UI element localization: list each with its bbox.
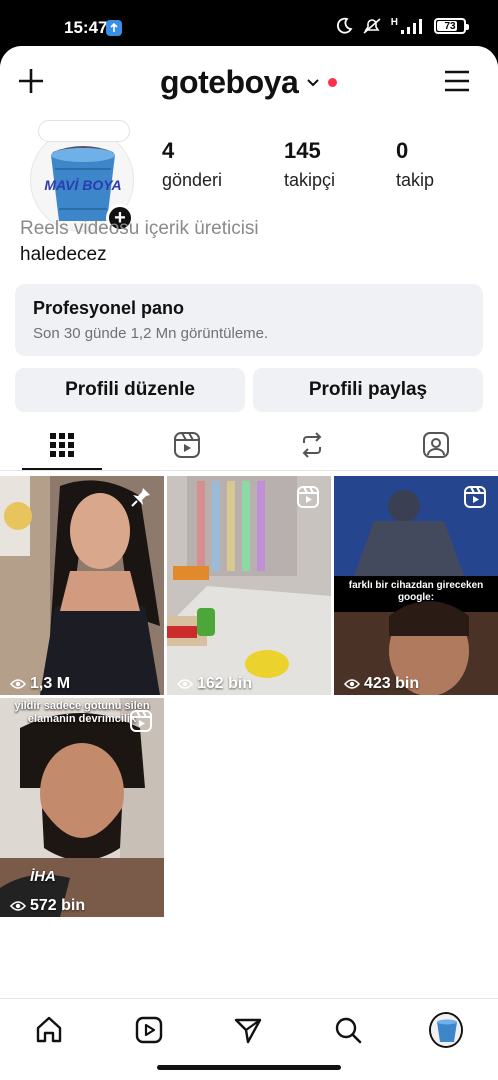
username: goteboya — [160, 64, 299, 100]
app-notification-icon — [106, 20, 122, 36]
followers-label: takipçi — [284, 170, 336, 190]
moon-icon — [336, 17, 353, 34]
stat-posts[interactable]: 4 gönderi — [162, 138, 222, 191]
muted-bell-icon — [363, 18, 381, 34]
network-type: H — [390, 16, 398, 28]
nav-messages[interactable] — [231, 1013, 265, 1047]
pin-icon — [131, 488, 150, 507]
signal-icon — [401, 19, 422, 34]
eye-icon — [344, 679, 360, 689]
view-count: 423 bin — [344, 675, 419, 693]
home-icon — [36, 1016, 62, 1043]
chevron-down-icon — [307, 78, 319, 86]
profile-category: Reels videosu içerik üreticisi — [20, 218, 259, 239]
post-tile[interactable]: yildir sadece gotunu silen elamanin devr… — [0, 698, 164, 917]
reels-icon — [135, 1016, 163, 1044]
status-icons: H 73 — [335, 16, 469, 35]
dashboard-subtitle: Son 30 günde 1,2 Mn görüntüleme. — [33, 325, 269, 342]
eye-icon — [177, 679, 193, 689]
profile-avatar-small — [429, 1012, 463, 1048]
followers-count: 145 — [284, 138, 321, 163]
post-thumbnail — [0, 476, 164, 695]
reels-icon — [297, 486, 319, 508]
profile-bio: haledecez — [20, 244, 107, 265]
post-tile[interactable]: 162 bin — [167, 476, 331, 695]
notification-dot — [328, 78, 338, 87]
view-count-value: 423 bin — [364, 675, 420, 692]
hamburger-menu-icon — [445, 70, 469, 92]
post-caption: farklı bir cihazdan gireceken google: — [348, 580, 484, 603]
account-switcher[interactable]: goteboya — [160, 64, 338, 101]
battery-level: 73 — [444, 20, 456, 32]
tab-reposts[interactable] — [297, 430, 327, 460]
stat-followers[interactable]: 145 takipçi — [284, 138, 335, 191]
tab-reels[interactable] — [172, 430, 202, 460]
posts-count: 4 — [162, 138, 175, 163]
profile-tabs — [0, 418, 498, 474]
share-profile-button[interactable]: Profili paylaş — [253, 368, 483, 412]
view-count-value: 162 bin — [197, 675, 253, 692]
bottom-navigation — [0, 998, 498, 1080]
posts-label: gönderi — [162, 170, 223, 190]
nav-profile[interactable] — [429, 1012, 463, 1048]
following-count: 0 — [396, 138, 409, 163]
nav-home[interactable] — [32, 1013, 66, 1047]
create-button[interactable] — [16, 66, 46, 96]
grid-icon — [50, 433, 74, 457]
menu-button[interactable] — [444, 69, 470, 93]
search-icon — [335, 1017, 362, 1044]
reels-icon — [130, 710, 152, 732]
professional-dashboard[interactable]: Profesyonel pano Son 30 günde 1,2 Mn gör… — [15, 284, 483, 356]
reels-icon — [464, 486, 486, 508]
tagged-icon — [423, 432, 449, 458]
nav-search[interactable] — [331, 1013, 365, 1047]
messages-icon — [234, 1018, 262, 1044]
view-count-value: 1,3 M — [30, 675, 71, 692]
status-bar: 15:47 H 73 — [0, 0, 498, 46]
view-count: 572 bin — [10, 897, 85, 915]
profile-avatar[interactable]: MAVİ BOYA + — [30, 120, 134, 232]
post-thumbnail — [167, 476, 331, 695]
top-bar: goteboya — [0, 46, 498, 120]
stat-following[interactable]: 0 takip — [396, 138, 434, 191]
tabs-divider — [0, 470, 498, 471]
plus-icon — [19, 69, 43, 93]
following-label: takip — [396, 170, 435, 190]
eye-icon — [10, 679, 26, 689]
post-watermark: İHA — [30, 868, 56, 885]
dashboard-title: Profesyonel pano — [33, 298, 185, 318]
view-count: 162 bin — [177, 675, 252, 693]
battery-icon: 73 — [434, 18, 469, 34]
avatar-text: MAVİ BOYA — [44, 177, 122, 193]
status-time: 15:47 — [64, 18, 108, 37]
edit-profile-button[interactable]: Profili düzenle — [15, 368, 245, 412]
eye-icon — [10, 901, 26, 911]
tab-tagged[interactable] — [421, 430, 451, 460]
profile-screen: MAVİ BOYA + goteboya 4 gönderi 145 takip… — [0, 46, 498, 1080]
view-count-value: 572 bin — [30, 897, 86, 914]
post-tile[interactable]: 1,3 M — [0, 476, 164, 695]
nav-reels[interactable] — [132, 1013, 166, 1047]
avatar-note-bubble[interactable] — [38, 120, 130, 142]
view-count: 1,3 M — [10, 675, 70, 693]
reels-icon — [174, 432, 200, 458]
post-tile[interactable]: farklı bir cihazdan gireceken google: 42… — [334, 476, 498, 695]
home-indicator — [157, 1065, 341, 1070]
reposts-icon — [302, 432, 322, 458]
tab-grid[interactable] — [47, 430, 77, 460]
